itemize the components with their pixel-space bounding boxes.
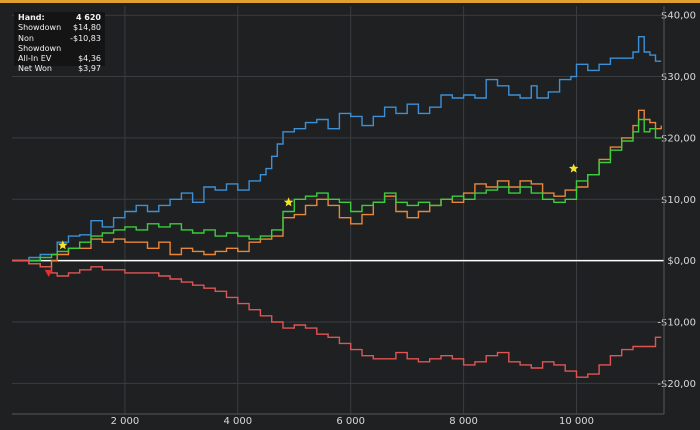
stats-value: $3,97 [78, 64, 101, 74]
stats-value: $14,80 [73, 23, 101, 33]
y-tick-label: $0,00 [667, 256, 696, 267]
profit-graph: $40,00 $30,00 $20,00 $10,00 $0,00 -$10,00 -$20… [12, 6, 696, 427]
plot-area [12, 6, 664, 414]
y-tick-label: -$20,00 [657, 379, 696, 390]
y-tick-label: $10,00 [661, 195, 696, 206]
stats-value: -$10,83 [70, 33, 101, 43]
x-tick-label: 6 000 [336, 416, 365, 427]
stats-row-allin-ev: All-In EV $4,36 [18, 54, 101, 64]
x-tick-label: 10 000 [559, 416, 594, 427]
stats-label: Non Showdown [18, 33, 62, 53]
stats-value: $4,36 [78, 54, 101, 64]
stats-label: Showdown [18, 23, 62, 33]
y-tick-label: $20,00 [661, 133, 696, 144]
stats-row-non-showdown: Non Showdown -$10,83 [18, 34, 101, 55]
stats-row-showdown: Showdown $14,80 [18, 23, 101, 33]
x-tick-label: 4 000 [223, 416, 252, 427]
y-tick-label: -$10,00 [657, 317, 696, 328]
stats-label: Hand: [18, 13, 45, 22]
stats-row-net-won: Net Won $3,97 [18, 64, 101, 74]
stats-label: All-In EV [18, 54, 52, 64]
y-tick-label: $40,00 [661, 11, 696, 22]
y-tick-label: $30,00 [661, 72, 696, 83]
stats-box: Hand: 4 620 Showdown $14,80 Non Showdown… [14, 12, 105, 73]
stats-row-hands: Hand: 4 620 [18, 13, 101, 23]
stats-label: Net Won [18, 64, 52, 74]
x-tick-label: 8 000 [449, 416, 478, 427]
stats-value: 4 620 [75, 13, 101, 22]
x-tick-label: 2 000 [111, 416, 140, 427]
